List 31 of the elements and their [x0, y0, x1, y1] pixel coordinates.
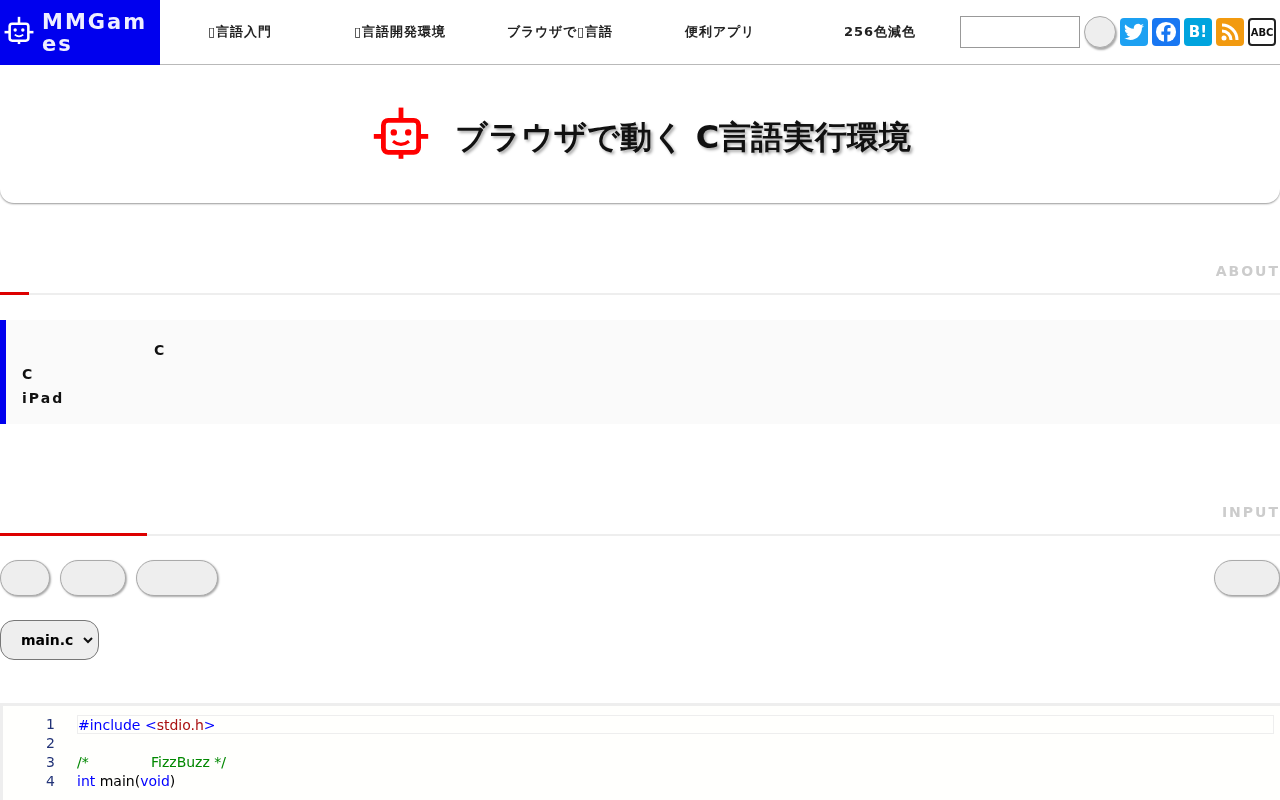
- search-button[interactable]: [1084, 16, 1116, 48]
- about-text: C: [22, 366, 35, 382]
- about-text: iPad: [22, 390, 65, 406]
- nav-link[interactable]: 256色減色: [800, 23, 960, 41]
- site-logo[interactable]: MMGames: [0, 0, 160, 65]
- about-text: C: [154, 342, 167, 358]
- heading-accent: [0, 292, 29, 295]
- twitter-icon[interactable]: [1120, 18, 1148, 46]
- page-title: ブラウザで動く C言語実行環境: [454, 117, 912, 158]
- code-editor[interactable]: 1 #include <stdio.h> 2 3 /* FizzBuzz */ 4 int main(void): [0, 703, 1280, 800]
- nav-link[interactable]: ▯言語開発環境: [320, 23, 480, 41]
- rss-icon[interactable]: [1216, 18, 1244, 46]
- nav-link[interactable]: ▯言語入門: [160, 23, 320, 41]
- action-button[interactable]: [0, 560, 50, 596]
- search-field[interactable]: [960, 16, 1080, 48]
- action-button[interactable]: [1214, 560, 1280, 596]
- code-line: int main(void): [77, 772, 177, 791]
- facebook-icon[interactable]: [1152, 18, 1180, 46]
- nav-link[interactable]: 便利アプリ: [640, 23, 800, 41]
- action-button[interactable]: [136, 560, 218, 596]
- line-number: 2: [45, 734, 55, 753]
- line-number: 4: [45, 772, 55, 791]
- logo-text: MMGames: [42, 10, 149, 55]
- abc-icon[interactable]: ABC: [1248, 18, 1276, 46]
- action-button[interactable]: [60, 560, 126, 596]
- line-number: 3: [45, 753, 55, 772]
- chevron-down-icon: [83, 636, 94, 644]
- line-number: 1: [45, 715, 55, 734]
- nav-link[interactable]: ブラウザで▯言語: [480, 23, 640, 41]
- code-line: /* FizzBuzz */: [77, 753, 227, 772]
- file-select[interactable]: main.c: [0, 620, 99, 660]
